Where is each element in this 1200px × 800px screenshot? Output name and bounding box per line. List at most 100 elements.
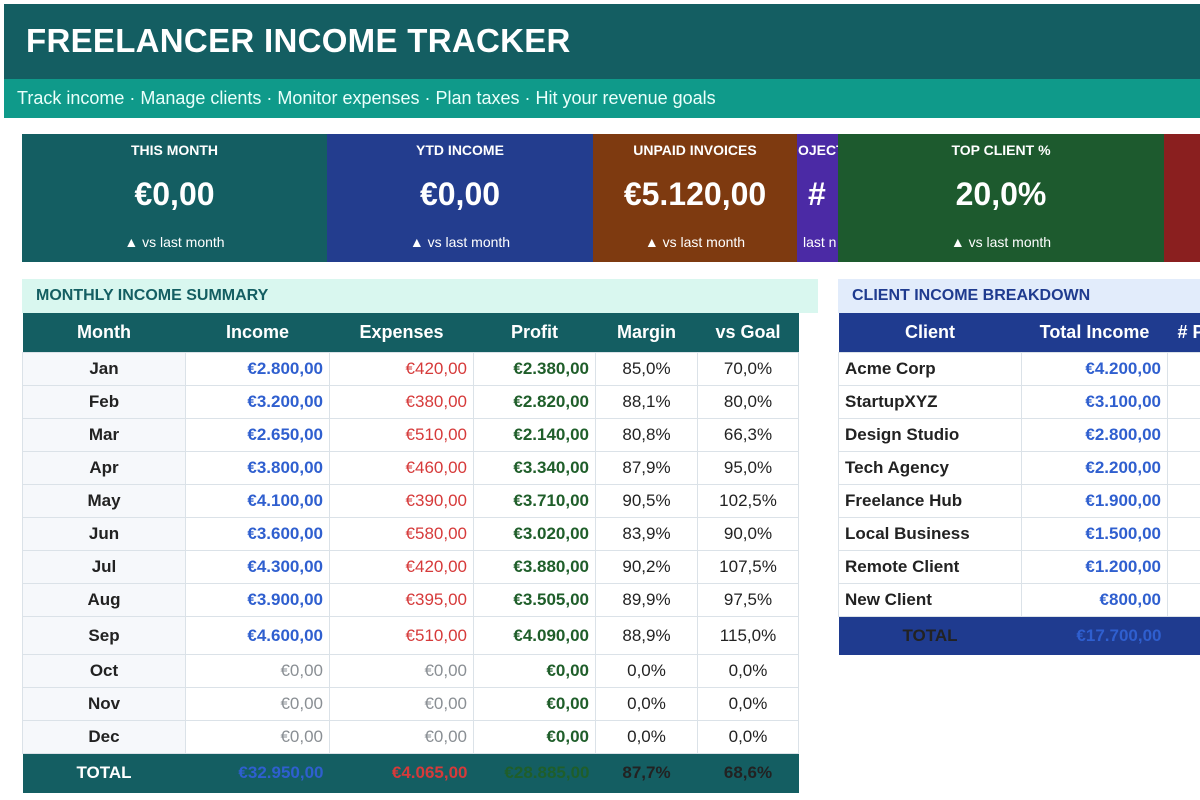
expenses-cell[interactable]: €0,00 — [329, 654, 474, 688]
income-cell[interactable]: €2.800,00 — [185, 352, 330, 386]
client-income-cell[interactable]: €2.200,00 — [1021, 451, 1168, 485]
month-cell[interactable]: Jan — [22, 352, 186, 386]
column-header-expenses[interactable]: Expenses — [330, 313, 474, 353]
month-cell[interactable]: Jun — [22, 517, 186, 551]
client-name-cell[interactable]: Freelance Hub — [838, 484, 1022, 518]
expenses-cell[interactable]: €420,00 — [329, 352, 474, 386]
client-total-income[interactable]: €17.700,00 — [1022, 617, 1168, 655]
margin-cell[interactable]: 0,0% — [595, 654, 698, 688]
margin-cell[interactable]: 90,2% — [595, 550, 698, 584]
client-income-cell[interactable]: €1.500,00 — [1021, 517, 1168, 551]
column-header-projects[interactable]: # P — [1168, 313, 1200, 353]
profit-cell[interactable]: €2.380,00 — [473, 352, 596, 386]
client-income-cell[interactable]: €1.900,00 — [1021, 484, 1168, 518]
client-name-cell[interactable]: StartupXYZ — [838, 385, 1022, 419]
month-cell[interactable]: Sep — [22, 616, 186, 655]
margin-cell[interactable]: 90,5% — [595, 484, 698, 518]
margin-cell[interactable]: 0,0% — [595, 720, 698, 754]
month-cell[interactable]: Nov — [22, 687, 186, 721]
vs-goal-cell[interactable]: 66,3% — [697, 418, 799, 452]
vs-goal-cell[interactable]: 115,0% — [697, 616, 799, 655]
expenses-cell[interactable]: €0,00 — [329, 720, 474, 754]
client-projects-cell[interactable] — [1167, 451, 1200, 485]
column-header-income[interactable]: Income — [186, 313, 330, 353]
column-header-margin[interactable]: Margin — [596, 313, 698, 353]
income-cell[interactable]: €3.600,00 — [185, 517, 330, 551]
total-profit[interactable]: €28.885,00 — [474, 754, 596, 793]
profit-cell[interactable]: €3.020,00 — [473, 517, 596, 551]
profit-cell[interactable]: €0,00 — [473, 654, 596, 688]
client-income-cell[interactable]: €2.800,00 — [1021, 418, 1168, 452]
income-cell[interactable]: €3.200,00 — [185, 385, 330, 419]
month-cell[interactable]: May — [22, 484, 186, 518]
income-cell[interactable]: €4.300,00 — [185, 550, 330, 584]
vs-goal-cell[interactable]: 70,0% — [697, 352, 799, 386]
income-cell[interactable]: €0,00 — [185, 654, 330, 688]
vs-goal-cell[interactable]: 80,0% — [697, 385, 799, 419]
client-name-cell[interactable]: Acme Corp — [838, 352, 1022, 386]
column-header-vs-goal[interactable]: vs Goal — [698, 313, 799, 353]
column-header-total-income[interactable]: Total Income — [1022, 313, 1168, 353]
profit-cell[interactable]: €2.140,00 — [473, 418, 596, 452]
income-cell[interactable]: €0,00 — [185, 720, 330, 754]
month-cell[interactable]: Dec — [22, 720, 186, 754]
client-projects-cell[interactable] — [1167, 583, 1200, 617]
vs-goal-cell[interactable]: 90,0% — [697, 517, 799, 551]
total-income[interactable]: €32.950,00 — [186, 754, 330, 793]
client-projects-cell[interactable] — [1167, 418, 1200, 452]
vs-goal-cell[interactable]: 0,0% — [697, 654, 799, 688]
expenses-cell[interactable]: €510,00 — [329, 418, 474, 452]
client-name-cell[interactable]: Remote Client — [838, 550, 1022, 584]
profit-cell[interactable]: €3.340,00 — [473, 451, 596, 485]
profit-cell[interactable]: €3.710,00 — [473, 484, 596, 518]
margin-cell[interactable]: 87,9% — [595, 451, 698, 485]
margin-cell[interactable]: 88,9% — [595, 616, 698, 655]
client-projects-cell[interactable] — [1167, 352, 1200, 386]
vs-goal-cell[interactable]: 95,0% — [697, 451, 799, 485]
profit-cell[interactable]: €3.880,00 — [473, 550, 596, 584]
income-cell[interactable]: €3.800,00 — [185, 451, 330, 485]
expenses-cell[interactable]: €390,00 — [329, 484, 474, 518]
profit-cell[interactable]: €0,00 — [473, 687, 596, 721]
profit-cell[interactable]: €3.505,00 — [473, 583, 596, 617]
expenses-cell[interactable]: €460,00 — [329, 451, 474, 485]
client-projects-cell[interactable] — [1167, 517, 1200, 551]
profit-cell[interactable]: €0,00 — [473, 720, 596, 754]
total-margin[interactable]: 87,7% — [596, 754, 698, 793]
client-projects-cell[interactable] — [1167, 550, 1200, 584]
month-cell[interactable]: Feb — [22, 385, 186, 419]
column-header-profit[interactable]: Profit — [474, 313, 596, 353]
vs-goal-cell[interactable]: 97,5% — [697, 583, 799, 617]
client-projects-cell[interactable] — [1167, 385, 1200, 419]
vs-goal-cell[interactable]: 0,0% — [697, 687, 799, 721]
expenses-cell[interactable]: €0,00 — [329, 687, 474, 721]
margin-cell[interactable]: 89,9% — [595, 583, 698, 617]
income-cell[interactable]: €2.650,00 — [185, 418, 330, 452]
vs-goal-cell[interactable]: 102,5% — [697, 484, 799, 518]
expenses-cell[interactable]: €420,00 — [329, 550, 474, 584]
column-header-client[interactable]: Client — [839, 313, 1022, 353]
vs-goal-cell[interactable]: 107,5% — [697, 550, 799, 584]
month-cell[interactable]: Mar — [22, 418, 186, 452]
client-projects-cell[interactable] — [1167, 484, 1200, 518]
expenses-cell[interactable]: €395,00 — [329, 583, 474, 617]
month-cell[interactable]: Oct — [22, 654, 186, 688]
income-cell[interactable]: €3.900,00 — [185, 583, 330, 617]
income-cell[interactable]: €0,00 — [185, 687, 330, 721]
income-cell[interactable]: €4.600,00 — [185, 616, 330, 655]
margin-cell[interactable]: 83,9% — [595, 517, 698, 551]
expenses-cell[interactable]: €580,00 — [329, 517, 474, 551]
client-income-cell[interactable]: €3.100,00 — [1021, 385, 1168, 419]
client-income-cell[interactable]: €4.200,00 — [1021, 352, 1168, 386]
client-name-cell[interactable]: Tech Agency — [838, 451, 1022, 485]
client-income-cell[interactable]: €1.200,00 — [1021, 550, 1168, 584]
margin-cell[interactable]: 85,0% — [595, 352, 698, 386]
month-cell[interactable]: Jul — [22, 550, 186, 584]
profit-cell[interactable]: €4.090,00 — [473, 616, 596, 655]
client-income-cell[interactable]: €800,00 — [1021, 583, 1168, 617]
profit-cell[interactable]: €2.820,00 — [473, 385, 596, 419]
client-name-cell[interactable]: Local Business — [838, 517, 1022, 551]
expenses-cell[interactable]: €510,00 — [329, 616, 474, 655]
month-cell[interactable]: Apr — [22, 451, 186, 485]
expenses-cell[interactable]: €380,00 — [329, 385, 474, 419]
